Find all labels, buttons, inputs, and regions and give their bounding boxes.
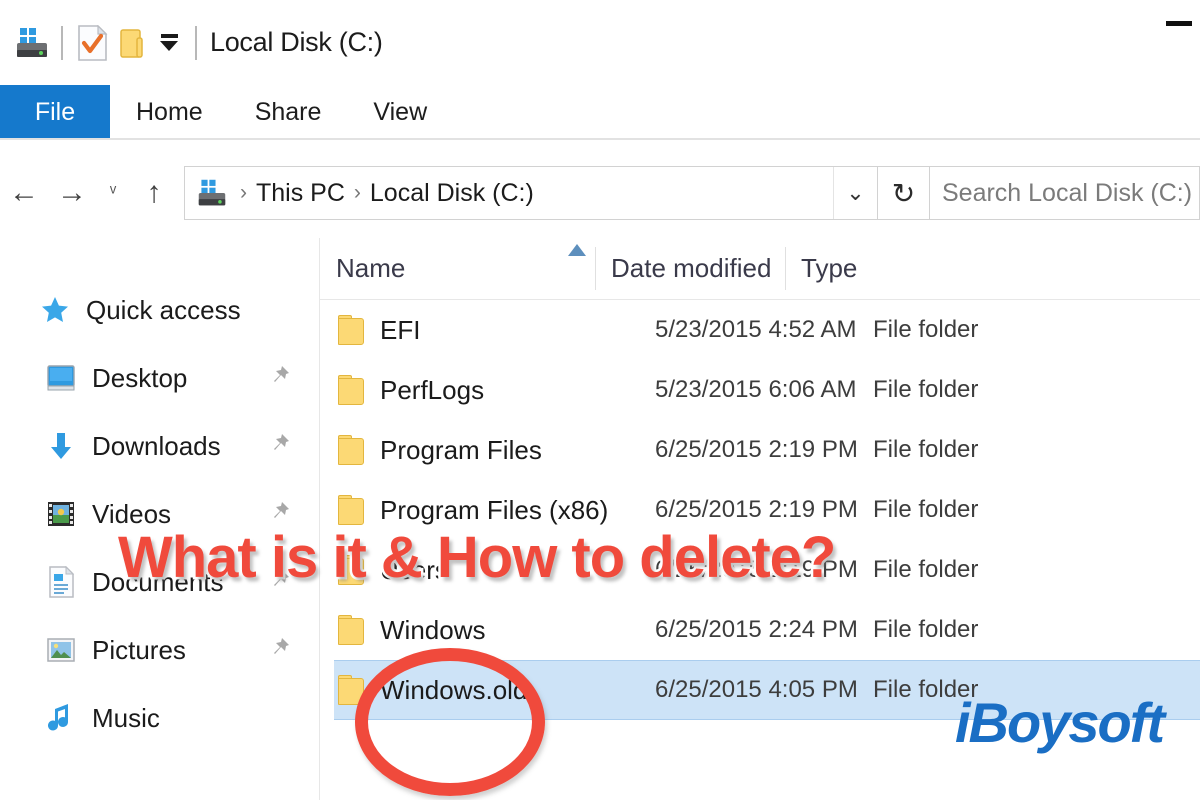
breadcrumb-separator-2[interactable]: › xyxy=(354,181,361,205)
file-date-modified: 6/25/2015 2:19 PM xyxy=(655,436,858,463)
ribbon-tabs: File Home Share View xyxy=(0,85,1200,139)
table-row[interactable]: PerfLogs 5/23/2015 6:06 AM File folder xyxy=(320,360,1200,420)
annotation-circle xyxy=(355,648,545,796)
toolbar-divider-2 xyxy=(195,25,197,60)
watermark-logo: iBoysoft xyxy=(955,691,1165,754)
file-type: File folder xyxy=(873,316,979,343)
file-name: EFI xyxy=(380,314,421,345)
window-title: Local Disk (C:) xyxy=(210,27,383,57)
pin-icon[interactable] xyxy=(269,364,291,392)
title-bar: Local Disk (C:) xyxy=(0,0,1200,85)
sidebar-item-music[interactable]: Music xyxy=(0,684,319,752)
new-folder-icon[interactable] xyxy=(112,23,152,63)
sort-ascending-icon xyxy=(568,244,586,256)
file-date-modified: 5/23/2015 4:52 AM xyxy=(655,316,857,343)
file-name: PerfLogs xyxy=(380,374,485,405)
tab-file[interactable]: File xyxy=(0,85,110,139)
breadcrumb-separator-1[interactable]: › xyxy=(240,181,247,205)
tab-view[interactable]: View xyxy=(347,85,453,139)
file-type: File folder xyxy=(873,496,979,523)
forward-button[interactable]: → xyxy=(48,163,96,223)
music-note-icon xyxy=(42,699,80,737)
sidebar-item-label: Desktop xyxy=(92,362,188,393)
file-name: Program Files xyxy=(380,434,542,465)
sidebar-item-label: Pictures xyxy=(92,634,186,665)
pin-icon[interactable] xyxy=(269,432,291,460)
file-name: Program Files (x86) xyxy=(380,494,609,525)
column-label: Name xyxy=(336,253,406,283)
file-date-modified: 6/25/2015 2:24 PM xyxy=(655,616,858,643)
videos-icon xyxy=(42,495,80,533)
folder-icon xyxy=(336,495,370,525)
sidebar-item-desktop[interactable]: Desktop xyxy=(0,344,319,412)
chevron-down-icon[interactable]: ⌄ xyxy=(833,167,877,219)
file-type: File folder xyxy=(873,436,979,463)
up-button[interactable]: ↑ xyxy=(130,163,178,223)
download-arrow-icon xyxy=(42,427,80,465)
documents-icon xyxy=(42,563,80,601)
recent-locations-button[interactable]: ᵛ xyxy=(96,163,130,223)
folder-icon xyxy=(336,375,370,405)
pictures-icon xyxy=(42,631,80,669)
refresh-icon[interactable]: ↻ xyxy=(877,167,929,219)
breadcrumb-local-disk[interactable]: Local Disk (C:) xyxy=(370,179,534,208)
file-type: File folder xyxy=(873,556,979,583)
navigation-bar: ← → ᵛ ↑ › This PC › Local Disk (C:) ⌄ ↻ … xyxy=(0,152,1200,234)
table-row[interactable]: Program Files 6/25/2015 2:19 PM File fol… xyxy=(320,420,1200,480)
sidebar-item-downloads[interactable]: Downloads xyxy=(0,412,319,480)
folder-icon xyxy=(336,615,370,645)
navigation-pane: Quick access Desktop Downloads Videos Do… xyxy=(0,238,320,800)
sidebar-item-label: Quick access xyxy=(86,294,241,325)
breadcrumb-drive-icon xyxy=(195,176,229,210)
file-date-modified: 6/25/2015 4:05 PM xyxy=(655,676,858,703)
search-input[interactable]: Search Local Disk (C:) xyxy=(930,166,1200,220)
file-type: File folder xyxy=(873,376,979,403)
back-button[interactable]: ← xyxy=(0,163,48,223)
table-row[interactable]: EFI 5/23/2015 4:52 AM File folder xyxy=(320,300,1200,360)
sidebar-item-label: Music xyxy=(92,702,160,733)
properties-icon[interactable] xyxy=(72,23,112,63)
drive-icon[interactable] xyxy=(12,23,52,63)
column-headers: Name Date modified Type xyxy=(320,238,1200,300)
star-icon xyxy=(36,291,74,329)
column-header-date-modified[interactable]: Date modified xyxy=(595,238,785,299)
tab-share[interactable]: Share xyxy=(229,85,348,139)
tab-home[interactable]: Home xyxy=(110,85,229,139)
ribbon-divider xyxy=(0,138,1200,140)
column-label: Date modified xyxy=(611,253,772,283)
column-header-type[interactable]: Type xyxy=(785,238,965,299)
toolbar-divider-1 xyxy=(61,25,63,60)
sidebar-item-pictures[interactable]: Pictures xyxy=(0,616,319,684)
pin-icon[interactable] xyxy=(269,636,291,664)
address-bar[interactable]: › This PC › Local Disk (C:) ⌄ ↻ xyxy=(184,166,930,220)
sidebar-item-quick-access[interactable]: Quick access xyxy=(0,276,319,344)
sidebar-item-label: Downloads xyxy=(92,430,221,461)
file-date-modified: 6/25/2015 2:19 PM xyxy=(655,496,858,523)
folder-icon xyxy=(336,315,370,345)
folder-icon xyxy=(336,435,370,465)
file-date-modified: 5/23/2015 6:06 AM xyxy=(655,376,857,403)
file-type: File folder xyxy=(873,616,979,643)
column-header-name[interactable]: Name xyxy=(320,238,595,299)
search-placeholder: Search Local Disk (C:) xyxy=(942,178,1193,207)
column-label: Type xyxy=(801,253,858,283)
file-name: Windows xyxy=(380,614,486,645)
desktop-icon xyxy=(42,359,80,397)
customize-qat-icon[interactable] xyxy=(152,23,186,63)
breadcrumb-this-pc[interactable]: This PC xyxy=(256,179,345,208)
minimize-button[interactable] xyxy=(1162,12,1196,34)
file-explorer-window: Local Disk (C:) File Home Share View ← →… xyxy=(0,0,1200,800)
annotation-headline: What is it & How to delete? xyxy=(115,523,838,593)
